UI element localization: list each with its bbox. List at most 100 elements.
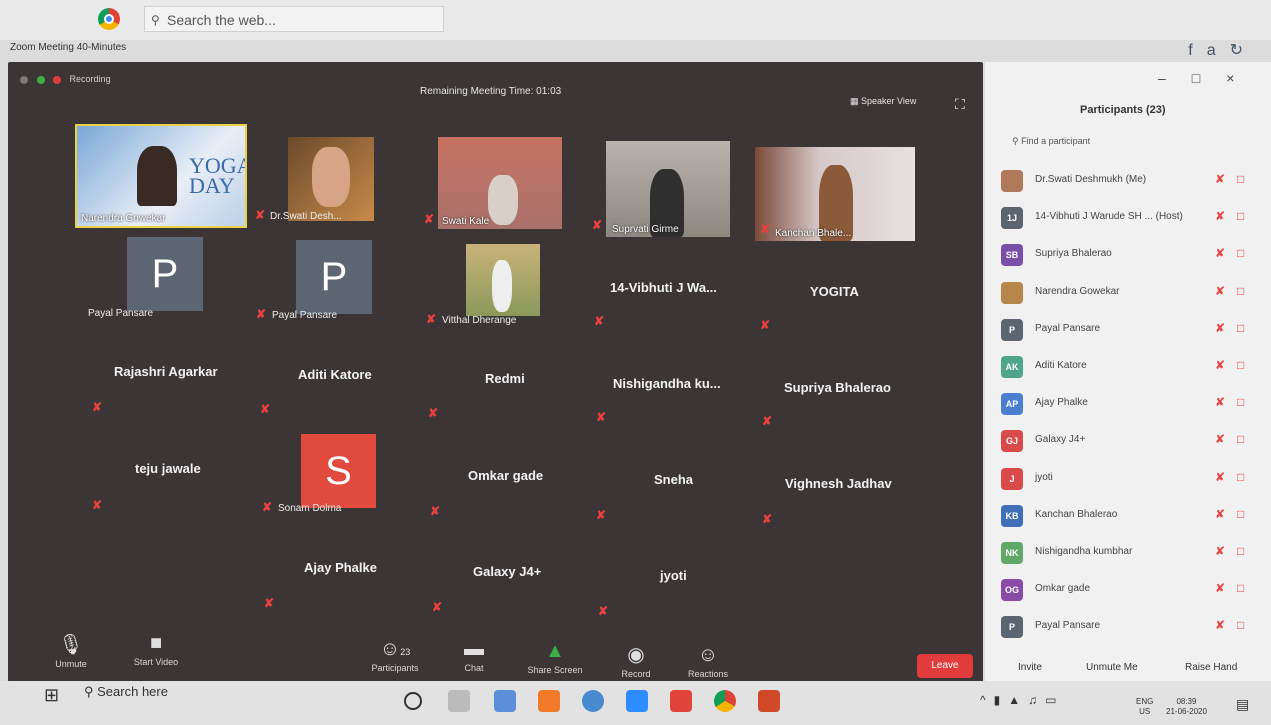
network-icon[interactable]: ▲ xyxy=(1008,693,1028,707)
participant-row[interactable]: Dr.Swati Deshmukh (Me) ✘ □ xyxy=(995,166,1265,196)
participant-avatar: SB xyxy=(1001,244,1023,266)
tile-name: Rajashri Agarkar xyxy=(114,364,218,379)
task-view-icon[interactable] xyxy=(448,690,470,712)
mic-off-icon: ✘ xyxy=(1215,172,1226,186)
zoom-icon[interactable] xyxy=(626,690,648,712)
avatar-tile[interactable]: P xyxy=(127,237,203,311)
video-tile[interactable] xyxy=(288,137,374,221)
security-shield-icon[interactable] xyxy=(36,75,45,84)
reactions-button[interactable]: ☺ Reactions xyxy=(682,644,734,679)
participant-row[interactable]: 1J 14-Vibhuti J Warude SH ... (Host) ✘ □ xyxy=(995,203,1265,233)
start-video-button[interactable]: ■ Start Video xyxy=(124,632,188,667)
language-indicator[interactable]: ENG US xyxy=(1136,697,1153,717)
participant-name: Ajay Phalke xyxy=(1035,397,1088,408)
participants-label: Participants xyxy=(371,663,419,673)
edge-icon[interactable] xyxy=(582,690,604,712)
chevron-up-icon[interactable]: ^ xyxy=(980,693,994,707)
find-participant-input[interactable]: ⚲ Find a participant xyxy=(1012,136,1090,147)
powerpoint-icon[interactable] xyxy=(758,690,780,712)
clock-time: 08:39 xyxy=(1176,697,1197,706)
volume-icon[interactable]: ♫ xyxy=(1028,693,1045,707)
participant-row[interactable]: AP Ajay Phalke ✘ □ xyxy=(995,389,1265,419)
video-tile[interactable]: Kanchan Bhale... xyxy=(755,147,915,241)
tile-name: Payal Pansare xyxy=(272,310,338,321)
notifications-icon[interactable]: ▤ xyxy=(1236,696,1249,713)
find-participant-placeholder: Find a participant xyxy=(1021,136,1091,146)
participant-row[interactable]: AK Aditi Katore ✘ □ xyxy=(995,352,1265,382)
participant-row[interactable]: Narendra Gowekar ✘ □ xyxy=(995,278,1265,308)
unmute-me-button[interactable]: Unmute Me xyxy=(1086,662,1138,673)
clock[interactable]: 08:39 21-06-2020 xyxy=(1166,697,1207,717)
participants-button[interactable]: ☺23 Participants xyxy=(364,638,426,673)
mic-off-icon: ✘ xyxy=(1215,544,1226,558)
participant-row[interactable]: SB Supriya Bhalerao ✘ □ xyxy=(995,240,1265,270)
tile-name: YOGITA xyxy=(810,284,859,299)
video-tile-name: Dr.Swati Desh... xyxy=(270,211,342,222)
video-off-icon: □ xyxy=(1237,581,1245,595)
mic-off-icon: ✘ xyxy=(1215,246,1226,260)
cortana-icon[interactable] xyxy=(404,692,422,710)
app-q-icon[interactable] xyxy=(538,690,560,712)
participant-row[interactable]: NK Nishigandha kumbhar ✘ □ xyxy=(995,538,1265,568)
video-tile[interactable] xyxy=(466,244,540,316)
mic-off-icon: ✘ xyxy=(1215,432,1226,446)
mic-off-icon: ✘ xyxy=(592,218,603,232)
mic-off-icon: ✘ xyxy=(596,410,607,424)
participants-icon: ☺23 xyxy=(379,638,411,660)
chrome-icon[interactable] xyxy=(98,8,120,30)
video-off-icon: □ xyxy=(1237,395,1245,409)
web-search-input[interactable]: ⚲ Search the web... xyxy=(144,6,444,32)
participant-avatar: AK xyxy=(1001,356,1023,378)
display-icon[interactable]: ▭ xyxy=(1045,693,1064,707)
participant-name: Payal Pansare xyxy=(1035,620,1101,631)
share-screen-button[interactable]: ▲ Share Screen xyxy=(520,640,590,675)
unmute-button[interactable]: 🎙 Unmute xyxy=(46,632,96,669)
refresh-icon[interactable]: ↻ xyxy=(1230,42,1257,59)
participant-row[interactable]: Jjyoti ✘ □ xyxy=(995,464,1265,494)
avatar-tile[interactable]: S xyxy=(301,434,376,508)
raise-hand-button[interactable]: Raise Hand xyxy=(1185,662,1237,673)
close-icon[interactable]: × xyxy=(1226,70,1260,86)
participant-row[interactable]: KB Kanchan Bhalerao ✘ □ xyxy=(995,501,1265,531)
participants-count: 23 xyxy=(400,647,411,657)
mic-off-icon: ✘ xyxy=(598,604,609,618)
video-tile-active-speaker[interactable]: YOGA DAY Narendra Gowekar xyxy=(75,124,247,228)
facebook-icon[interactable]: f xyxy=(1188,42,1206,59)
windows-start-icon[interactable]: ⊞ xyxy=(44,685,59,706)
mic-off-icon: ✘ xyxy=(262,500,273,514)
chrome-taskbar-icon[interactable] xyxy=(714,690,736,712)
taskbar-search[interactable]: ⚲ Search here xyxy=(84,684,168,700)
tile-name: Payal Pansare xyxy=(88,308,154,319)
avatar-tile[interactable]: P xyxy=(296,240,372,314)
participant-row[interactable]: GJ Galaxy J4+ ✘ □ xyxy=(995,426,1265,456)
share-screen-label: Share Screen xyxy=(527,665,583,675)
fullscreen-icon[interactable]: ⛶ xyxy=(955,96,965,113)
unmute-label: Unmute xyxy=(55,659,87,669)
minimize-icon[interactable]: – xyxy=(1158,70,1192,86)
mic-off-icon: ✘ xyxy=(1215,581,1226,595)
chat-button[interactable]: ▬ Chat xyxy=(456,638,492,673)
invite-button[interactable]: Invite xyxy=(1018,662,1042,673)
mic-off-icon: ✘ xyxy=(432,600,443,614)
file-explorer-icon[interactable] xyxy=(494,690,516,712)
speaker-view-button[interactable]: ▦ Speaker View xyxy=(850,96,916,107)
record-button[interactable]: ◉ Record xyxy=(614,642,658,679)
video-tile[interactable]: Swati Kale xyxy=(438,137,562,229)
mic-off-icon: ✘ xyxy=(92,498,103,512)
app-red-icon[interactable] xyxy=(670,690,692,712)
leave-button[interactable]: Leave xyxy=(917,654,973,678)
amazon-icon[interactable]: a xyxy=(1207,42,1230,59)
mic-off-icon: ✘ xyxy=(256,307,267,321)
mic-off-icon: ✘ xyxy=(255,208,266,222)
restore-icon[interactable]: □ xyxy=(1192,70,1226,86)
recording-label: Recording xyxy=(69,74,111,84)
mic-off-icon: ✘ xyxy=(426,312,437,326)
participant-name: Payal Pansare xyxy=(1035,323,1101,334)
participant-video xyxy=(492,260,512,312)
participant-row[interactable]: P Payal Pansare ✘ □ xyxy=(995,612,1265,642)
participant-row[interactable]: P Payal Pansare ✘ □ xyxy=(995,315,1265,345)
info-icon[interactable] xyxy=(20,75,28,84)
participant-row[interactable]: OG Omkar gade ✘ □ xyxy=(995,575,1265,605)
video-tile[interactable]: Suprvati Girme xyxy=(606,141,730,237)
battery-icon[interactable]: ▮ xyxy=(994,693,1009,707)
